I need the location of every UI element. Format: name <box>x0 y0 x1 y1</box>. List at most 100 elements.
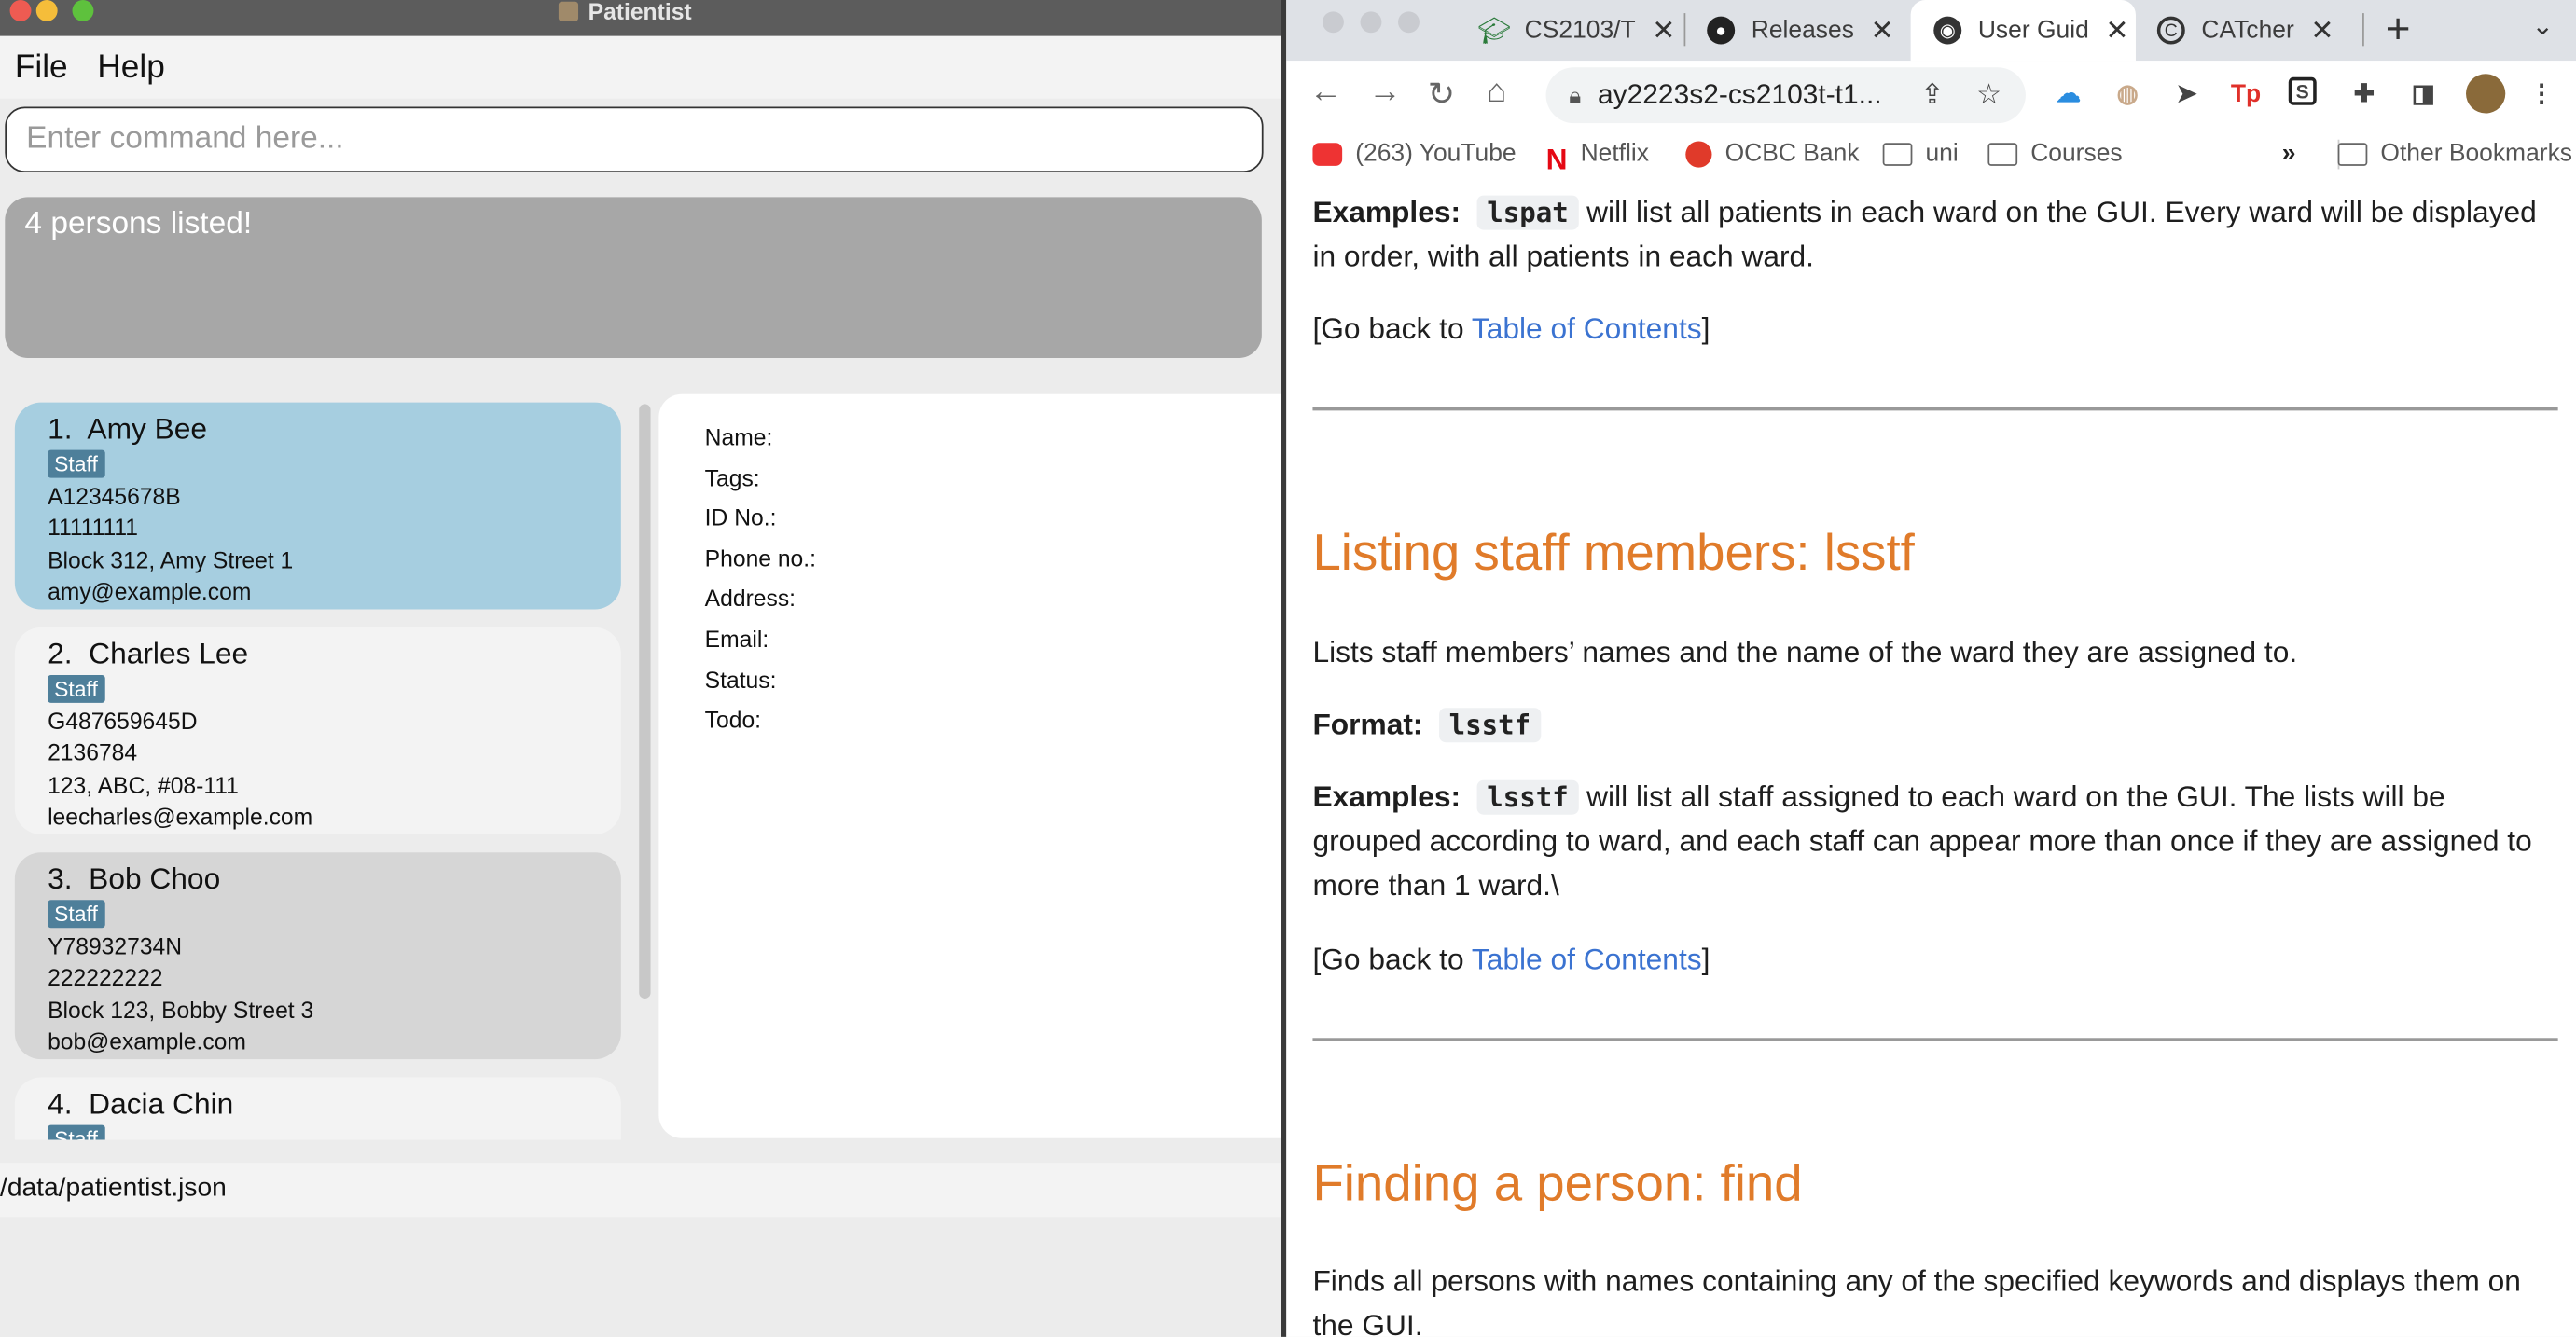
address-bar[interactable]: 🔒︎ ay2223s2-cs2103t-t1... ⇪ ☆ <box>1545 67 2026 124</box>
person-phone: 2136784 <box>48 739 138 766</box>
detail-tags-label: Tags: <box>704 463 760 490</box>
bookmarks-overflow-icon[interactable]: » <box>2282 140 2296 168</box>
profile-avatar[interactable] <box>2466 74 2506 114</box>
back-to-toc-2: [Go back to Table of Contents] <box>1312 938 2561 983</box>
detail-id-label: ID No.: <box>704 504 777 531</box>
home-icon[interactable]: ⌂ <box>1487 74 1506 112</box>
result-display: 4 persons listed! <box>5 197 1262 359</box>
examples-label: Examples: <box>1312 779 1461 813</box>
menu-help[interactable]: Help <box>82 48 179 87</box>
list-scrollbar[interactable] <box>639 404 651 999</box>
back-arrow-icon[interactable]: ← <box>1309 74 1342 112</box>
back-to-toc-1: [Go back to Table of Contents] <box>1312 307 2561 351</box>
browser-minimize-dot[interactable] <box>1360 11 1382 34</box>
patientist-window: Patientist File Help 4 persons listed! 1… <box>0 0 1285 1337</box>
globe-icon: ◉ <box>1933 16 1962 45</box>
url-text: ay2223s2-cs2103t-t1... <box>1597 78 1882 111</box>
heading-listing-staff: Listing staff members: lsstf <box>1312 523 1915 582</box>
reload-icon[interactable]: ↻ <box>1428 74 1456 115</box>
menu-file[interactable]: File <box>0 48 82 87</box>
browser-close-dot[interactable] <box>1323 11 1344 34</box>
new-tab-icon[interactable]: + <box>2386 4 2411 55</box>
browser-zoom-dot[interactable] <box>1398 11 1420 34</box>
tab-cs2103[interactable]: 🎓︎ CS2103/T ✕ <box>1477 0 1675 61</box>
person-address: 123, ABC, #08-111 <box>48 771 239 798</box>
command-box[interactable] <box>5 106 1264 172</box>
tp-extension-icon[interactable]: Tp <box>2229 77 2262 110</box>
person-list[interactable]: 1. Amy Bee Staff A12345678B 11111111 Blo… <box>0 394 654 1140</box>
person-card[interactable]: 2. Charles Lee Staff G487659645D 2136784… <box>14 627 621 834</box>
close-tab-icon[interactable]: ✕ <box>2105 14 2128 47</box>
other-bookmarks[interactable]: Other Bookmarks <box>2337 140 2572 168</box>
zoom-window-button[interactable] <box>72 0 94 21</box>
cursor-extension-icon[interactable]: ➤ <box>2170 77 2203 110</box>
toc-link[interactable]: Table of Contents <box>1472 943 1702 975</box>
close-tab-icon[interactable]: ✕ <box>2310 14 2334 47</box>
person-email: leecharles@example.com <box>48 803 313 830</box>
code-lsstf: lsstf <box>1476 779 1579 815</box>
find-description: Finds all persons with names containing … <box>1312 1264 2521 1337</box>
tab-releases[interactable]: ● Releases ✕ <box>1707 0 1894 61</box>
minimize-window-button[interactable] <box>35 0 58 21</box>
person-index: 3. <box>48 861 73 896</box>
person-card[interactable]: 4. Dacia Chin Staff <box>14 1077 621 1140</box>
toc-link[interactable]: Table of Contents <box>1472 312 1702 345</box>
tab-separator <box>1683 13 1686 47</box>
person-index: 4. <box>48 1087 73 1121</box>
section-divider <box>1312 407 2558 410</box>
code-lspat: lspat <box>1476 195 1579 230</box>
window-title-text: Patientist <box>588 0 692 25</box>
cloud-extension-icon[interactable]: ☁ <box>2052 77 2084 110</box>
menu-bar: File Help <box>0 35 1285 99</box>
detail-name-label: Name: <box>704 423 773 450</box>
detail-phone-label: Phone no.: <box>704 544 816 572</box>
tab-catcher[interactable]: C CATcher ✕ <box>2156 0 2334 61</box>
bookmark-courses[interactable]: Courses <box>1987 140 2123 168</box>
person-index: 2. <box>48 637 73 670</box>
heading-finding-person: Finding a person: find <box>1312 1154 1803 1212</box>
puzzle-extensions-icon[interactable]: ✚ <box>2347 77 2380 110</box>
share-icon[interactable]: ⇪ <box>1920 79 1944 112</box>
tab-strip: 🎓︎ CS2103/T ✕ ● Releases ✕ ◉ User Guid ✕… <box>1286 0 2576 62</box>
bookmark-youtube[interactable]: (263) YouTube <box>1312 140 1517 168</box>
person-card[interactable]: 1. Amy Bee Staff A12345678B 11111111 Blo… <box>14 402 621 610</box>
close-tab-icon[interactable]: ✕ <box>1871 14 1894 47</box>
back-prefix: [Go back to <box>1312 311 1472 345</box>
browser-window: 🎓︎ CS2103/T ✕ ● Releases ✕ ◉ User Guid ✕… <box>1286 0 2576 1337</box>
close-tab-icon[interactable]: ✕ <box>1652 14 1675 47</box>
tab-label: CS2103/T <box>1524 16 1636 45</box>
bookmark-label: uni <box>1925 139 1959 168</box>
close-window-button[interactable] <box>9 0 32 21</box>
back-suffix: ] <box>1701 311 1710 345</box>
kebab-menu-icon[interactable]: ⋮ <box>2525 77 2557 110</box>
tab-label: User Guid <box>1977 16 2089 45</box>
examples-label: Examples: <box>1312 195 1461 228</box>
person-id: A12345678B <box>48 482 181 510</box>
tab-search-chevron-icon[interactable]: ⌄ <box>2531 10 2554 43</box>
person-email: bob@example.com <box>48 1027 246 1054</box>
bookmark-ocbc[interactable]: OCBC Bank <box>1685 140 1859 168</box>
folder-icon <box>1882 142 1913 166</box>
bookmark-uni[interactable]: uni <box>1882 139 1959 168</box>
bookmark-netflix[interactable]: N Netflix <box>1546 140 1649 175</box>
detail-address-label: Address: <box>704 585 796 612</box>
title-bar: Patientist <box>0 0 1285 36</box>
person-card[interactable]: 3. Bob Choo Staff Y78932734N 222222222 B… <box>14 852 621 1060</box>
bookmarks-bar: (263) YouTube N Netflix OCBC Bank uni Co… <box>1286 130 2576 181</box>
person-phone: 11111111 <box>48 514 138 542</box>
forward-arrow-icon[interactable]: → <box>1368 74 1401 112</box>
cat-extension-icon[interactable]: ◍ <box>2112 77 2144 110</box>
lock-icon: 🔒︎ <box>1569 81 1582 108</box>
bookmark-star-icon[interactable]: ☆ <box>1976 79 2001 112</box>
person-name: Amy Bee <box>87 412 208 446</box>
lsstf-description: Lists staff members’ names and the name … <box>1312 635 2298 668</box>
side-panel-icon[interactable]: ◨ <box>2407 77 2440 110</box>
s-extension-icon[interactable]: S <box>2288 76 2317 105</box>
person-name: Dacia Chin <box>89 1087 234 1121</box>
command-input[interactable] <box>26 121 1262 159</box>
detail-email-label: Email: <box>704 626 769 653</box>
tab-user-guide[interactable]: ◉ User Guid ✕ <box>1910 0 2136 62</box>
tab-label: CATcher <box>2201 16 2294 45</box>
person-tag: Staff <box>48 674 104 703</box>
person-name: Charles Lee <box>89 637 249 670</box>
